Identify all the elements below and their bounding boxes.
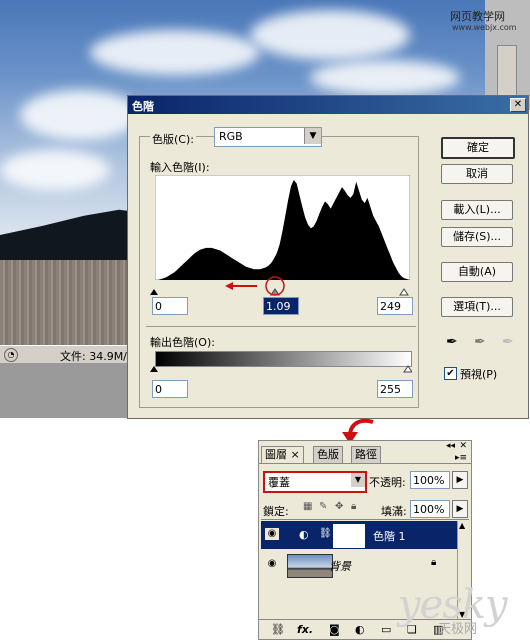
status-menu-icon[interactable]: ◔: [4, 348, 18, 362]
levels-dialog: 色階 ✕ 色版(C): RGB ▼ 輸入色階(I): 0 1.09 249 輸出…: [127, 95, 529, 419]
hill-silhouette: [0, 209, 140, 265]
save-button[interactable]: 儲存(S)...: [441, 227, 513, 247]
close-button[interactable]: ✕: [510, 98, 526, 112]
opacity-input[interactable]: 100%: [410, 471, 450, 489]
tab-divider: [259, 463, 471, 464]
adjustment-layer-icon: ◐: [299, 528, 309, 541]
input-gamma-field[interactable]: 1.09: [263, 297, 299, 315]
chevron-down-icon[interactable]: ▼: [304, 128, 321, 144]
output-levels-label: 輸出色階(O):: [150, 336, 215, 349]
lock-label: 鎖定:: [263, 505, 289, 518]
white-eyedropper-icon[interactable]: ✒: [502, 334, 514, 350]
tab-channels[interactable]: 色版: [313, 446, 343, 463]
annotation-arrow: [225, 276, 285, 296]
gray-eyedropper-icon[interactable]: ✒: [474, 334, 486, 350]
output-white-field[interactable]: 255: [377, 380, 413, 398]
link-icon[interactable]: ⛓: [319, 528, 332, 539]
dialog-titlebar[interactable]: 色階 ✕: [128, 96, 528, 114]
canvas-background: [0, 363, 140, 418]
load-button[interactable]: 載入(L)...: [441, 200, 513, 220]
channel-value: RGB: [219, 130, 243, 143]
dialog-title: 色階: [132, 100, 154, 113]
black-eyedropper-icon[interactable]: ✒: [446, 334, 458, 350]
visibility-eye-icon[interactable]: ◉: [265, 528, 279, 540]
collapse-icon[interactable]: ◂◂: [446, 441, 455, 451]
cancel-button[interactable]: 取消: [441, 164, 513, 184]
output-slider[interactable]: [150, 364, 412, 374]
new-adjustment-icon[interactable]: ◐: [355, 623, 365, 636]
ok-button[interactable]: 確定: [441, 137, 515, 159]
preview-checkbox[interactable]: ✔: [444, 367, 457, 380]
fill-arrow-icon[interactable]: ▶: [452, 500, 468, 518]
input-white-field[interactable]: 249: [377, 297, 413, 315]
channel-select[interactable]: RGB ▼: [214, 127, 322, 147]
new-group-icon[interactable]: ▭: [381, 623, 391, 636]
file-size-text: 文件: 34.9M/3: [60, 350, 134, 363]
layers-divider: [261, 519, 469, 520]
lock-all-icon[interactable]: 🔒︎: [351, 501, 356, 512]
input-black-field[interactable]: 0: [152, 297, 188, 315]
histogram: [155, 175, 410, 280]
link-layers-icon[interactable]: ⛓: [271, 623, 285, 636]
black-point-handle[interactable]: [150, 289, 158, 295]
layer-name: 背景: [329, 560, 351, 573]
options-button[interactable]: 選項(T)...: [441, 297, 513, 317]
tab-layers[interactable]: 圖層 ×: [261, 446, 304, 463]
opacity-arrow-icon[interactable]: ▶: [452, 471, 468, 489]
layer-row-background[interactable]: ◉ 背景 🔒︎: [261, 551, 457, 579]
lock-move-icon[interactable]: ✥: [335, 501, 343, 512]
layer-name: 色階 1: [373, 530, 406, 543]
preview-label: 預視(P): [460, 368, 498, 381]
fx-icon[interactable]: fx.: [297, 623, 313, 636]
output-black-handle[interactable]: [150, 366, 158, 372]
auto-button[interactable]: 自動(A): [441, 262, 513, 282]
lock-transparent-icon[interactable]: ▦: [303, 501, 312, 512]
output-white-handle[interactable]: [403, 365, 412, 373]
lock-icon: 🔒︎: [431, 557, 437, 568]
fill-input[interactable]: 100%: [410, 500, 450, 518]
add-mask-icon[interactable]: ◙: [329, 623, 340, 636]
white-point-handle[interactable]: [399, 288, 409, 296]
watermark-sub: 天极网: [438, 622, 478, 637]
document-status-bar: ◔ 文件: 34.9M/3: [0, 345, 140, 364]
layer-thumbnail: [287, 554, 333, 578]
divider: [146, 326, 416, 327]
scroll-up-icon[interactable]: ▲: [459, 521, 465, 530]
output-black-field[interactable]: 0: [152, 380, 188, 398]
fill-label: 填滿:: [381, 505, 407, 518]
tab-paths[interactable]: 路徑: [351, 446, 381, 463]
layer-mask-thumbnail: [333, 524, 365, 548]
lock-paint-icon[interactable]: ✎: [319, 501, 327, 512]
layer-row-levels[interactable]: ◉ ◐ ⛓ 色階 1: [261, 521, 457, 549]
opacity-label: 不透明:: [369, 476, 406, 489]
watermark-url: www.webjx.com: [452, 23, 517, 32]
chevron-down-icon[interactable]: ▼: [351, 473, 365, 487]
close-panel-icon[interactable]: ✕: [459, 441, 467, 451]
watermark-site: 网页教学网: [450, 10, 505, 23]
visibility-eye-icon[interactable]: ◉: [265, 558, 279, 570]
blend-mode-select[interactable]: 覆蓋 ▼: [263, 471, 367, 493]
channel-label: 色版(C):: [150, 131, 196, 147]
input-levels-label: 輸入色階(I):: [150, 161, 210, 174]
panel-menu-icon[interactable]: ▸≡: [455, 453, 467, 463]
blend-mode-value: 覆蓋: [268, 476, 290, 489]
